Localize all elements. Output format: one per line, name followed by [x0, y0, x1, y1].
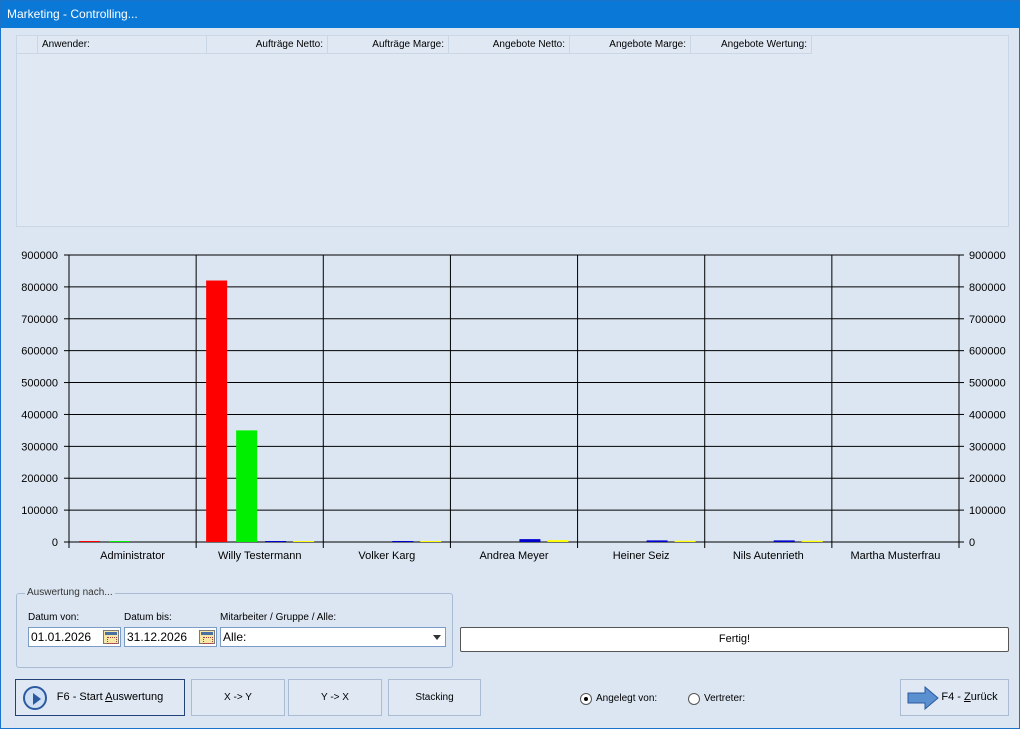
representative-label[interactable]: Vertreter:	[704, 693, 745, 704]
y-tick-label-right: 400000	[969, 409, 1006, 421]
col-header-offers-rating[interactable]: Angebote Wertung:	[691, 36, 812, 54]
y-tick-label-right: 300000	[969, 441, 1006, 453]
x-category-label: Volker Karg	[358, 550, 415, 562]
bar	[79, 541, 100, 542]
filter-group-legend: Auswertung nach...	[25, 587, 115, 598]
x-category-label: Andrea Meyer	[479, 550, 548, 562]
bar	[674, 540, 696, 542]
y-tick-label-left: 700000	[21, 314, 58, 326]
y-tick-label-left: 200000	[21, 473, 58, 485]
chevron-down-icon[interactable]	[433, 635, 441, 640]
created-by-radio[interactable]	[580, 693, 592, 705]
date-from-label: Datum von:	[28, 612, 80, 623]
y-tick-label-right: 200000	[969, 473, 1006, 485]
window-title: Marketing - Controlling...	[1, 1, 1019, 28]
bar	[109, 541, 130, 542]
bar	[420, 541, 442, 542]
start-evaluation-button[interactable]: F6 - Start Auswertung	[15, 679, 185, 716]
calendar-icon[interactable]	[199, 630, 215, 644]
grid-header: Anwender: Aufträge Netto: Aufträge Marge…	[17, 36, 812, 54]
date-from-value: 01.01.2026	[31, 630, 92, 644]
bar	[773, 540, 795, 542]
col-header-user[interactable]: Anwender:	[38, 36, 207, 54]
bar	[392, 541, 414, 542]
stacking-button[interactable]: Stacking	[388, 679, 481, 716]
y-tick-label-left: 900000	[21, 250, 58, 262]
y-tick-label-right: 100000	[969, 505, 1006, 517]
employee-label: Mitarbeiter / Gruppe / Alle:	[220, 612, 337, 623]
bar	[547, 540, 569, 542]
bar	[801, 540, 823, 542]
y-tick-label-left: 400000	[21, 409, 58, 421]
x-category-label: Willy Testermann	[218, 550, 302, 562]
y-to-x-button[interactable]: Y -> X	[288, 679, 382, 716]
bar	[293, 541, 315, 542]
date-from-field[interactable]: 01.01.2026	[28, 627, 121, 647]
y-tick-label-left: 800000	[21, 282, 58, 294]
arrow-right-icon	[907, 686, 939, 710]
bar	[265, 541, 287, 542]
col-header-orders-margin[interactable]: Aufträge Marge:	[328, 36, 449, 54]
y-tick-label-right: 700000	[969, 314, 1006, 326]
filter-group: Auswertung nach... Datum von: Datum bis:…	[16, 587, 453, 668]
bar	[236, 430, 258, 542]
y-tick-label-right: 0	[969, 537, 975, 549]
y-tick-label-right: 500000	[969, 378, 1006, 390]
status-display: Fertig!	[460, 627, 1009, 652]
x-category-label: Martha Musterfrau	[850, 550, 940, 562]
y-tick-label-left: 600000	[21, 346, 58, 358]
back-button[interactable]: F4 - Zurück	[900, 679, 1009, 716]
y-tick-label-right: 900000	[969, 250, 1006, 262]
representative-radio[interactable]	[688, 693, 700, 705]
controlling-window: Marketing - Controlling... Anwender: Auf…	[0, 0, 1020, 729]
bar-chart: 0 0 100000 100000 200000 200000 300000 300000 40…	[1, 241, 1021, 571]
y-tick-label-left: 300000	[21, 441, 58, 453]
bar-chart-svg: 0 0 100000 100000 200000 200000 300000 300000 40…	[21, 250, 1006, 562]
employee-select-value: Alle:	[223, 630, 247, 644]
date-to-value: 31.12.2026	[127, 630, 188, 644]
y-tick-label-left: 100000	[21, 505, 58, 517]
bar	[206, 280, 228, 542]
x-to-y-button[interactable]: X -> Y	[191, 679, 285, 716]
col-header-offers-net[interactable]: Angebote Netto:	[449, 36, 570, 54]
col-header-offers-margin[interactable]: Angebote Marge:	[570, 36, 691, 54]
y-tick-label-right: 800000	[969, 282, 1006, 294]
calendar-icon[interactable]	[103, 630, 119, 644]
results-grid[interactable]: Anwender: Aufträge Netto: Aufträge Marge…	[16, 35, 1009, 227]
x-category-label: Heiner Seiz	[613, 550, 670, 562]
start-evaluation-label: F6 - Start Auswertung	[56, 691, 164, 703]
x-category-label: Administrator	[100, 550, 165, 562]
employee-select[interactable]: Alle:	[220, 627, 446, 647]
y-tick-label-right: 600000	[969, 346, 1006, 358]
y-tick-label-left: 500000	[21, 378, 58, 390]
bar	[646, 540, 668, 542]
y-tick-label-left: 0	[52, 537, 58, 549]
grid-row-indicator-header	[17, 36, 38, 54]
x-category-label: Nils Autenrieth	[733, 550, 804, 562]
col-header-orders-net[interactable]: Aufträge Netto:	[207, 36, 328, 54]
play-icon	[23, 686, 47, 710]
bar	[519, 539, 541, 542]
created-by-label[interactable]: Angelegt von:	[596, 693, 657, 704]
date-to-label: Datum bis:	[124, 612, 172, 623]
date-to-field[interactable]: 31.12.2026	[124, 627, 217, 647]
